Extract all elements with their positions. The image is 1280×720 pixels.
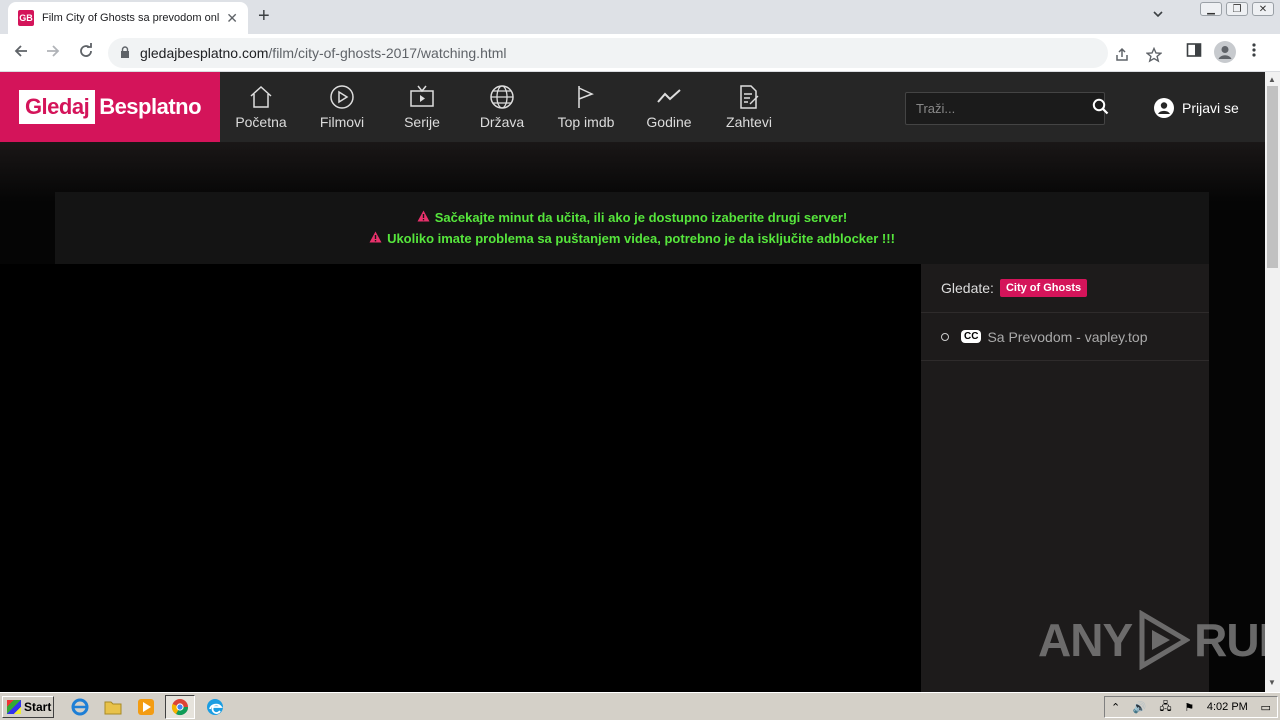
minimize-icon[interactable]: ▁: [1200, 2, 1222, 16]
logo-word-besplatno: Besplatno: [99, 94, 202, 119]
warning-icon: [369, 231, 382, 246]
nav-label: Filmovi: [319, 114, 365, 130]
nav-label: Početna: [235, 114, 287, 130]
user-circle-icon: [1154, 98, 1174, 118]
nav-label: Serije: [404, 114, 440, 130]
start-button[interactable]: Start: [2, 696, 54, 718]
site-favicon-icon: GB: [18, 10, 34, 26]
site-search: [905, 92, 1109, 125]
notice-line: Ukoliko imate problema sa puštanjem vide…: [369, 231, 895, 246]
tray-expand-icon[interactable]: ⌃: [1111, 701, 1120, 714]
system-tray: ⌃ 🔊 🖧 ⚑ 4:02 PM ▭: [1104, 696, 1278, 718]
tab-close-icon[interactable]: ✕: [226, 10, 238, 27]
notice-line: Sačekajte minut da učita, ili ako je dos…: [417, 210, 848, 225]
tab-title: Film City of Ghosts sa prevodom onli: [42, 12, 221, 24]
document-edit-icon: [740, 85, 759, 109]
nav-label: Godine: [646, 114, 692, 130]
video-player[interactable]: [0, 264, 921, 692]
scroll-down-icon[interactable]: ▼: [1268, 678, 1276, 687]
browser-tab[interactable]: GB Film City of Ghosts sa prevodom onli …: [8, 2, 248, 34]
notice-text-2: Ukoliko imate problema sa puštanjem vide…: [387, 231, 895, 246]
show-desktop-icon[interactable]: ▭: [1261, 701, 1271, 714]
server-label: Sa Prevodom - vapley.top: [987, 328, 1148, 345]
start-label: Start: [24, 700, 52, 714]
new-tab-button[interactable]: +: [258, 6, 270, 26]
movie-title-badge: City of Ghosts: [999, 279, 1088, 297]
watching-label: Gledate:: [941, 280, 994, 296]
tab-search-chevron-icon[interactable]: [1152, 8, 1164, 23]
notice-banner: Sačekajte minut da učita, ili ako je dos…: [55, 192, 1209, 264]
chrome-taskbar-icon[interactable]: [165, 695, 195, 719]
address-bar[interactable]: gledajbesplatno.com/film/city-of-ghosts-…: [108, 38, 1163, 68]
scroll-thumb[interactable]: [1267, 86, 1278, 268]
closed-captions-icon: CC: [961, 330, 982, 343]
windows-taskbar: Start ⌃ 🔊 🖧 ⚑ 4:02 PM ▭: [0, 692, 1280, 720]
watermark-text-left: ANY: [1038, 614, 1133, 666]
media-player-icon[interactable]: [136, 697, 156, 717]
network-icon[interactable]: 🖧: [1159, 698, 1171, 717]
anyrun-watermark: ANY RUN: [1038, 610, 1280, 670]
page-scrollbar[interactable]: ▲ ▼: [1265, 72, 1280, 692]
globe-icon: [490, 85, 514, 109]
url-path: /film/city-of-ghosts-2017/watching.html: [268, 45, 507, 61]
bookmark-star-icon[interactable]: [1145, 46, 1163, 67]
server-option[interactable]: CC Sa Prevodom - vapley.top: [921, 313, 1209, 361]
site-logo[interactable]: Gledaj Besplatno: [0, 72, 220, 142]
nav-item-godine[interactable]: Godine: [640, 72, 698, 142]
nav-item-top-imdb[interactable]: Top imdb: [552, 72, 620, 142]
play-circle-icon: [330, 85, 354, 109]
login-button[interactable]: Prijavi se: [1154, 98, 1239, 118]
menu-kebab-icon[interactable]: [1252, 42, 1256, 63]
nav-item-pocetna[interactable]: Početna: [230, 72, 292, 142]
back-arrow-icon[interactable]: [12, 42, 30, 64]
tv-icon: [410, 85, 434, 107]
search-input[interactable]: [916, 101, 1092, 116]
lock-icon: [120, 45, 130, 61]
notice-text-1: Sačekajte minut da učita, ili ako je dos…: [434, 210, 848, 225]
forward-arrow-icon[interactable]: [44, 42, 62, 64]
search-icon[interactable]: [1092, 98, 1109, 120]
url-host: gledajbesplatno.com: [140, 45, 269, 61]
nav-label: Zahtevi: [726, 114, 772, 130]
flag-icon: [578, 86, 594, 108]
file-explorer-icon[interactable]: [103, 697, 123, 717]
windows-flag-icon: [7, 700, 21, 714]
close-window-icon[interactable]: ✕: [1252, 2, 1274, 16]
edge-icon[interactable]: [205, 697, 225, 717]
volume-icon[interactable]: 🔊: [1133, 701, 1147, 714]
trend-icon: [657, 89, 681, 103]
internet-explorer-icon[interactable]: [70, 697, 90, 717]
nav-label: Država: [479, 114, 525, 130]
share-icon[interactable]: [1114, 47, 1130, 67]
warning-icon: [417, 210, 430, 225]
nav-item-drzava[interactable]: Država: [472, 72, 532, 142]
radio-button[interactable]: [941, 332, 949, 341]
reload-icon[interactable]: [77, 42, 95, 64]
home-icon: [250, 85, 272, 108]
action-center-flag-icon[interactable]: ⚑: [1184, 701, 1194, 714]
window-controls: ▁ ❐ ✕: [1200, 2, 1274, 16]
browser-tab-strip: GB Film City of Ghosts sa prevodom onli …: [0, 0, 1280, 34]
restore-icon[interactable]: ❐: [1226, 2, 1248, 16]
clock[interactable]: 4:02 PM: [1207, 701, 1248, 713]
side-panel-icon[interactable]: [1186, 42, 1202, 63]
profile-avatar-icon[interactable]: [1214, 41, 1236, 63]
nav-item-serije[interactable]: Serije: [393, 72, 451, 142]
nav-item-zahtevi[interactable]: Zahtevi: [720, 72, 778, 142]
nav-item-filmovi[interactable]: Filmovi: [312, 72, 372, 142]
scroll-up-icon[interactable]: ▲: [1268, 75, 1276, 84]
page-content: Sačekajte minut da učita, ili ako je dos…: [0, 142, 1280, 692]
browser-toolbar: gledajbesplatno.com/film/city-of-ghosts-…: [0, 34, 1280, 72]
now-watching: Gledate: City of Ghosts: [921, 264, 1209, 313]
login-label: Prijavi se: [1182, 100, 1239, 116]
logo-word-gledaj: Gledaj: [18, 90, 96, 124]
nav-label: Top imdb: [557, 114, 615, 130]
site-header: Gledaj Besplatno Početna Filmovi Serije …: [0, 72, 1265, 142]
play-triangle-icon: [1139, 610, 1191, 670]
